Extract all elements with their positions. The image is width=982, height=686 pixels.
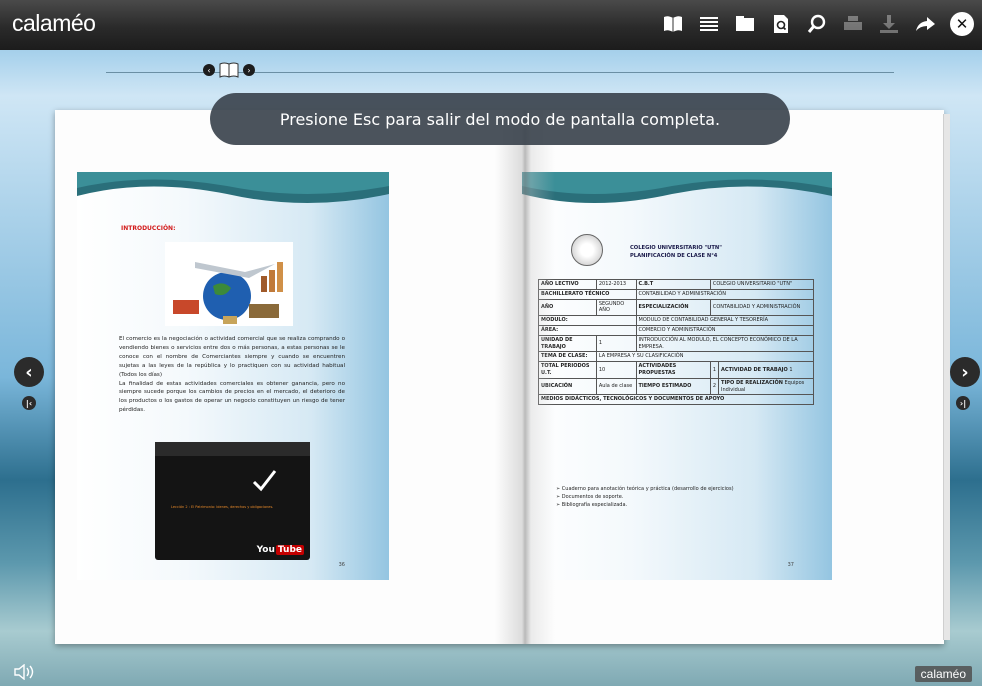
zoom-icon[interactable] xyxy=(806,13,828,35)
introduction-heading: INTRODUCCIÓN: xyxy=(121,225,176,232)
right-page[interactable]: COLEGIO UNIVERSITARIO "UTN" PLANIFICACIÓ… xyxy=(522,172,832,580)
tipo-checkbox-equipos[interactable]: Equipos xyxy=(785,380,805,386)
top-toolbar: calaméo ✕ xyxy=(0,0,982,50)
view-prev-icon[interactable]: ‹ xyxy=(203,64,215,76)
list-item: ➢ Documentos de soporte. xyxy=(556,494,624,500)
table-cell: 10 xyxy=(595,361,637,379)
table-cell-label: TIPO DE REALIZACIÓN xyxy=(721,379,783,386)
table-cell: COLEGIO UNIVERSITARIO "UTN" xyxy=(709,279,815,290)
table-cell: TIPO DE REALIZACIÓN Equipos Individual xyxy=(718,377,814,396)
youtube-logo[interactable]: You Tube xyxy=(257,545,304,555)
table-cell: ESPECIALIZACIÓN xyxy=(635,298,711,317)
first-page-icon[interactable]: |‹ xyxy=(22,396,36,410)
share-icon[interactable] xyxy=(914,13,936,35)
college-name: COLEGIO UNIVERSITARIO "UTN" xyxy=(630,245,722,251)
sound-icon[interactable] xyxy=(14,664,36,680)
list-item: ➢ Bibliografía especializada. xyxy=(556,502,628,508)
table-cell: 1 xyxy=(709,361,720,379)
table-cell: ACTIVIDADES PROPUESTAS xyxy=(635,361,711,379)
book-spine xyxy=(495,110,555,644)
previous-page-icon[interactable]: ‹ xyxy=(14,357,44,387)
page-number-left: 36 xyxy=(338,562,345,568)
table-cell: Aula de clase xyxy=(595,377,637,396)
table-cell: MEDIOS DIDÁCTICOS, TECNOLÓGICOS Y DOCUME… xyxy=(538,394,814,406)
introduction-text: El comercio es la negociación o activida… xyxy=(119,335,345,415)
table-cell-label: ACTIVIDAD DE TRABAJO xyxy=(721,366,788,373)
book-mini-icon[interactable] xyxy=(219,61,239,79)
video-header xyxy=(155,442,310,456)
plan-header: COLEGIO UNIVERSITARIO "UTN" PLANIFICACIÓ… xyxy=(630,244,722,260)
plan-title: PLANIFICACIÓN DE CLASE N°4 xyxy=(630,253,718,259)
print-icon xyxy=(842,13,864,35)
table-cell: COMERCIO Y ADMINISTRACIÓN xyxy=(635,324,814,336)
table-cell: TIEMPO ESTIMADO xyxy=(635,377,711,396)
left-page[interactable]: INTRODUCCIÓN: El comercio es la negociac… xyxy=(77,172,389,580)
table-cell: INTRODUCCIÓN AL MODULO, EL CONCEPTO ECON… xyxy=(635,334,814,353)
view-navigator: ‹ › xyxy=(203,61,255,79)
next-page-icon[interactable]: › xyxy=(950,357,980,387)
table-cell: CONTABILIDAD Y ADMINISTRACIÓN xyxy=(635,288,814,300)
intro-paragraph-1: El comercio es la negociación o activida… xyxy=(119,336,345,378)
table-cell: ACTIVIDAD DE TRABAJO 1 xyxy=(718,361,814,379)
table-cell-value: 1 xyxy=(789,366,793,373)
list-item: ➢ Cuaderno para anotación teórica y prác… xyxy=(556,486,734,492)
college-seal xyxy=(571,234,603,266)
table-cell: 2 xyxy=(709,377,720,396)
table-cell: CONTABILIDAD Y ADMINISTRACIÓN xyxy=(709,298,815,317)
checkmark-icon xyxy=(252,470,277,492)
page-edge xyxy=(943,114,950,640)
calameo-brand-badge[interactable]: calaméo xyxy=(914,666,972,682)
download-icon xyxy=(878,13,900,35)
last-page-icon[interactable]: ›| xyxy=(956,396,970,410)
toolbar-tools: ✕ xyxy=(662,12,974,36)
embedded-video[interactable]: Lección 2 : El Patrimonio: bienes, derec… xyxy=(155,442,310,560)
table-cell: MODULO DE CONTABILIDAD GENERAL Y TESORER… xyxy=(635,315,814,326)
support-list: ➢ Cuaderno para anotación teórica y prác… xyxy=(538,481,814,509)
table-cell: C.B.T xyxy=(635,279,711,290)
page-header-wave xyxy=(522,172,832,203)
list-item-text: Cuaderno para anotación teórica y prácti… xyxy=(561,486,734,492)
view-next-icon[interactable]: › xyxy=(243,64,255,76)
tipo-checkbox-individual[interactable]: Individual xyxy=(721,387,745,393)
book-spread: INTRODUCCIÓN: El comercio es la negociac… xyxy=(55,110,950,644)
list-item-text: Documentos de soporte. xyxy=(561,494,624,500)
fullscreen-hint: Presione Esc para salir del modo de pant… xyxy=(210,93,790,145)
list-view-icon[interactable] xyxy=(698,13,720,35)
table-cell: LA EMPRESA Y SU CLASIFICACIÓN xyxy=(595,351,815,363)
youtube-you: You xyxy=(256,545,275,555)
intro-paragraph-2: La finalidad de estas actividades comerc… xyxy=(119,380,345,414)
table-cell: 2012-2013 xyxy=(595,279,637,290)
commerce-illustration xyxy=(165,242,293,326)
video-caption: Lección 2 : El Patrimonio: bienes, derec… xyxy=(171,505,274,509)
close-icon[interactable]: ✕ xyxy=(950,12,974,36)
list-item-text: Bibliografía especializada. xyxy=(561,502,628,508)
page-number-right: 37 xyxy=(787,562,794,568)
page-search-icon[interactable] xyxy=(770,13,792,35)
class-plan-table: AÑO LECTIVO 2012-2013 C.B.T COLEGIO UNIV… xyxy=(538,279,815,406)
book-view-icon[interactable] xyxy=(662,13,684,35)
page-header-wave xyxy=(77,172,389,203)
calameo-logo[interactable]: calaméo xyxy=(12,10,96,37)
table-cell: 1 xyxy=(595,334,637,353)
youtube-tube: Tube xyxy=(275,545,304,555)
table-cell: SEGUNDO AÑO xyxy=(595,298,637,317)
folder-icon[interactable] xyxy=(734,13,756,35)
